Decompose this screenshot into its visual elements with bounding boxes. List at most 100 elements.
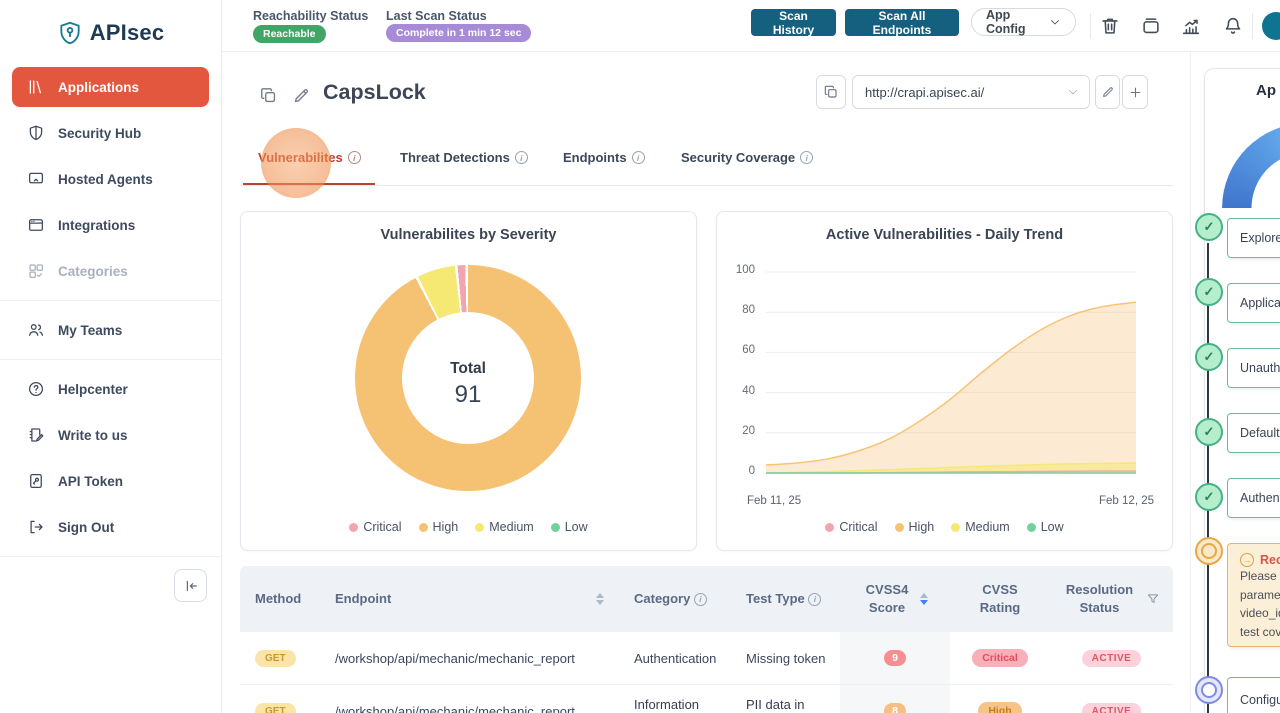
- step-check-icon: ✓: [1195, 213, 1223, 241]
- scan-history-button[interactable]: Scan History: [751, 9, 836, 37]
- column-header-category[interactable]: Category i: [616, 566, 728, 632]
- edit-url-button[interactable]: [1095, 75, 1120, 109]
- sidebar: APIsec Applications Security Hub Hosted …: [0, 0, 222, 713]
- last-scan-status-badge: Complete in 1 min 12 sec: [386, 24, 532, 42]
- timeline-line: [1207, 243, 1209, 713]
- recon-link[interactable]: → Recon: [1240, 553, 1280, 567]
- right-panel-title: Ap: [1256, 82, 1276, 99]
- tab-endpoints[interactable]: Endpoints i: [563, 150, 645, 165]
- add-url-button[interactable]: [1122, 75, 1148, 109]
- app-config-dropdown[interactable]: App Config: [971, 8, 1076, 36]
- filter-icon[interactable]: [1146, 592, 1160, 606]
- table-header-row: Method Endpoint Category i Test Type i C…: [240, 566, 1173, 632]
- sidebar-item-integrations[interactable]: Integrations: [12, 205, 209, 245]
- table-row[interactable]: GET /workshop/api/mechanic/mechanic_repo…: [240, 685, 1173, 713]
- sidebar-item-categories[interactable]: Categories: [12, 251, 209, 291]
- copy-url-button[interactable]: [816, 75, 846, 109]
- test-type-cell: PII data in: [746, 697, 805, 712]
- step-warning-icon: [1195, 537, 1223, 565]
- legend-dot: [475, 522, 485, 532]
- step-check-icon: ✓: [1195, 418, 1223, 446]
- topbar: Reachability Status Reachable Last Scan …: [222, 0, 1280, 52]
- tab-security-coverage[interactable]: Security Coverage i: [681, 150, 814, 165]
- onboarding-step[interactable]: Explore y: [1227, 218, 1280, 258]
- column-header-test-type[interactable]: Test Type i: [728, 566, 840, 632]
- y-axis-label: 0: [748, 465, 755, 477]
- column-header-cvss4-score[interactable]: CVSS4 Score: [840, 566, 950, 632]
- sidebar-footer: [0, 563, 221, 608]
- info-icon: i: [808, 592, 822, 606]
- info-icon: i: [800, 151, 814, 164]
- sidebar-item-hosted-agents[interactable]: Hosted Agents: [12, 159, 209, 199]
- sort-icon-active[interactable]: [920, 593, 928, 605]
- notifications-bell-icon[interactable]: [1222, 15, 1244, 37]
- legend-item: High: [894, 520, 934, 534]
- info-icon: i: [631, 151, 645, 164]
- x-axis-tick-end: Feb 12, 25: [1099, 495, 1154, 507]
- notebook-pencil-icon: [27, 426, 45, 444]
- sidebar-item-my-teams[interactable]: My Teams: [12, 310, 209, 350]
- column-header-cvss-rating[interactable]: CVSS Rating: [950, 566, 1050, 632]
- y-axis-ticks: 0 20 40 60 80 100: [721, 264, 761, 477]
- resolution-status-badge: ACTIVE: [1081, 702, 1142, 713]
- donut-center-total: Total 91: [450, 360, 486, 408]
- analytics-icon[interactable]: [1180, 15, 1202, 37]
- delete-icon[interactable]: [1099, 15, 1121, 37]
- step-check-icon: ✓: [1195, 343, 1223, 371]
- token-document-icon: [27, 472, 45, 490]
- last-scan-status-label: Last Scan Status: [386, 9, 487, 23]
- legend-dot: [349, 522, 359, 532]
- sidebar-item-applications[interactable]: Applications: [12, 67, 209, 107]
- recon-warning-box[interactable]: → Recon Please pr paramete video_id test…: [1227, 543, 1280, 647]
- chart-legend: Critical High Medium Low: [241, 520, 696, 534]
- sidebar-item-api-token[interactable]: API Token: [12, 461, 209, 501]
- shield-icon: [27, 124, 45, 142]
- y-axis-label: 20: [742, 424, 755, 437]
- apisec-dashboard: APIsec Applications Security Hub Hosted …: [0, 0, 1280, 713]
- sidebar-item-write-to-us[interactable]: Write to us: [12, 415, 209, 455]
- column-header-endpoint[interactable]: Endpoint: [320, 566, 616, 632]
- y-axis-label: 40: [742, 384, 755, 397]
- tab-vulnerabilities[interactable]: Vulnerabilites i: [258, 150, 361, 165]
- legend-item: Low: [550, 520, 588, 534]
- copy-app-name-icon[interactable]: [259, 86, 279, 106]
- sidebar-item-sign-out[interactable]: Sign Out: [12, 507, 209, 547]
- onboarding-step[interactable]: Default A: [1227, 413, 1280, 453]
- tab-threat-detections[interactable]: Threat Detections i: [400, 150, 528, 165]
- archive-icon[interactable]: [1140, 15, 1162, 37]
- step-check-icon: ✓: [1195, 483, 1223, 511]
- arrow-right-circle-icon: →: [1240, 553, 1254, 567]
- column-header-resolution-status[interactable]: Resolution Status: [1050, 566, 1173, 632]
- table-row[interactable]: GET /workshop/api/mechanic/mechanic_repo…: [240, 632, 1173, 685]
- scan-all-endpoints-button[interactable]: Scan All Endpoints: [845, 9, 959, 37]
- monitor-icon: [27, 170, 45, 188]
- trend-area-chart[interactable]: [765, 271, 1137, 474]
- sidebar-item-helpcenter[interactable]: Helpcenter: [12, 369, 209, 409]
- cvss4-score-badge: 8: [884, 703, 906, 713]
- base-url-select[interactable]: http://crapi.apisec.ai/: [852, 75, 1090, 109]
- step-check-icon: ✓: [1195, 278, 1223, 306]
- user-avatar[interactable]: [1262, 12, 1280, 40]
- onboarding-step[interactable]: Authentic: [1227, 478, 1280, 518]
- brand-name: APIsec: [89, 20, 165, 45]
- legend-dot: [951, 522, 961, 532]
- sidebar-item-security-hub[interactable]: Security Hub: [12, 113, 209, 153]
- column-header-method[interactable]: Method: [240, 566, 320, 632]
- topbar-divider: [1252, 13, 1253, 39]
- method-badge: GET: [255, 649, 296, 667]
- topbar-divider: [1090, 13, 1091, 39]
- test-type-cell: Missing token: [746, 650, 826, 666]
- onboarding-step[interactable]: Applicatio: [1227, 283, 1280, 323]
- category-cell: Authentication: [634, 650, 717, 666]
- legend-dot: [550, 522, 560, 532]
- legend-item: Low: [1026, 520, 1064, 534]
- endpoint-cell: /workshop/api/mechanic/mechanic_report: [335, 650, 575, 666]
- onboarding-step[interactable]: Unauther: [1227, 348, 1280, 388]
- collapse-sidebar-button[interactable]: [174, 569, 207, 602]
- category-cell: Information: [634, 697, 700, 712]
- y-axis-label: 80: [742, 304, 755, 317]
- content-divider: [1190, 52, 1191, 713]
- edit-app-name-icon[interactable]: [292, 86, 312, 106]
- sort-icon[interactable]: [596, 593, 604, 605]
- onboarding-step-pending[interactable]: Configure: [1227, 677, 1280, 713]
